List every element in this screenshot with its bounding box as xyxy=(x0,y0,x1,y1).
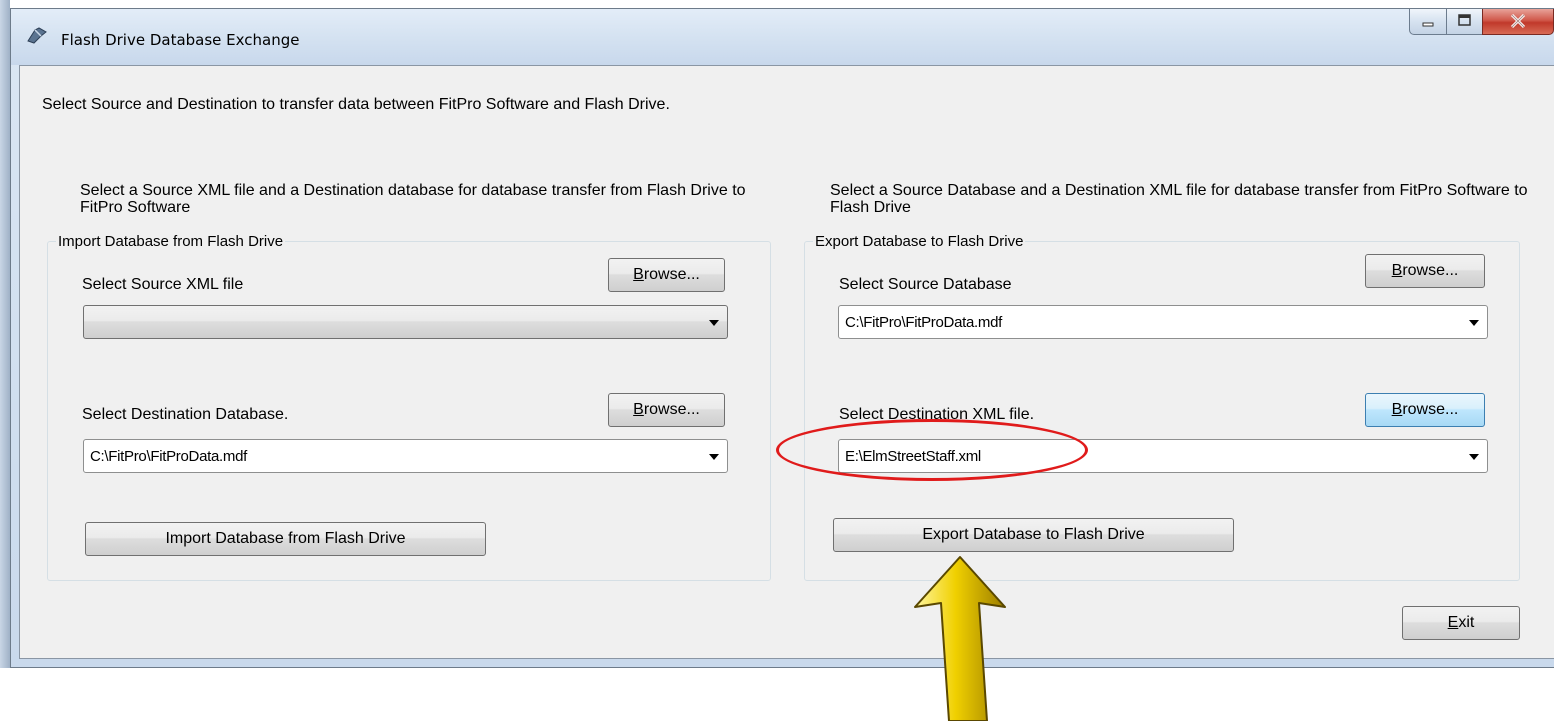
minimize-icon xyxy=(1422,22,1434,27)
import-destination-browse-button[interactable]: Browse... xyxy=(608,393,725,427)
intro-text: Select Source and Destination to transfe… xyxy=(42,96,670,113)
import-destination-database-combobox[interactable]: C:\FitPro\FitProData.mdf xyxy=(83,439,728,473)
export-source-browse-button[interactable]: Browse... xyxy=(1365,254,1485,288)
close-button[interactable] xyxy=(1482,9,1554,35)
app-window: Flash Drive Database Exchange Select Sou… xyxy=(10,8,1554,668)
dialog-client-area: Select Source and Destination to transfe… xyxy=(19,65,1554,659)
export-database-button[interactable]: Export Database to Flash Drive xyxy=(833,518,1234,552)
import-database-button[interactable]: Import Database from Flash Drive xyxy=(85,522,486,556)
chevron-down-icon[interactable] xyxy=(1469,320,1479,326)
import-description: Select a Source XML file and a Destinati… xyxy=(80,182,746,216)
import-source-browse-button[interactable]: Browse... xyxy=(608,258,725,292)
export-destination-browse-button[interactable]: Browse... xyxy=(1365,393,1485,427)
maximize-icon xyxy=(1458,14,1471,26)
exit-button[interactable]: Exit xyxy=(1402,606,1520,640)
window-left-edge xyxy=(0,0,10,668)
export-source-value: C:\FitPro\FitProData.mdf xyxy=(845,314,1003,331)
export-description: Select a Source Database and a Destinati… xyxy=(830,182,1528,216)
title-bar[interactable]: Flash Drive Database Exchange xyxy=(11,9,1554,65)
import-source-xml-combobox[interactable] xyxy=(83,305,728,339)
close-icon xyxy=(1510,13,1526,29)
import-destination-value: C:\FitPro\FitProData.mdf xyxy=(90,448,248,465)
up-arrow-icon xyxy=(914,556,1006,721)
window-title: Flash Drive Database Exchange xyxy=(61,31,300,49)
chevron-down-icon[interactable] xyxy=(709,320,719,326)
tools-icon xyxy=(27,27,47,44)
import-destination-label: Select Destination Database. xyxy=(82,406,289,423)
minimize-button[interactable] xyxy=(1409,9,1447,35)
maximize-button[interactable] xyxy=(1446,9,1483,35)
chevron-down-icon[interactable] xyxy=(709,454,719,460)
export-group-title: Export Database to Flash Drive xyxy=(813,233,1026,250)
import-group-title: Import Database from Flash Drive xyxy=(56,233,286,250)
chevron-down-icon[interactable] xyxy=(1469,454,1479,460)
highlight-annotation xyxy=(776,419,1088,481)
export-source-label: Select Source Database xyxy=(839,276,1012,293)
import-source-label: Select Source XML file xyxy=(82,276,244,293)
export-source-database-combobox[interactable]: C:\FitPro\FitProData.mdf xyxy=(838,305,1488,339)
